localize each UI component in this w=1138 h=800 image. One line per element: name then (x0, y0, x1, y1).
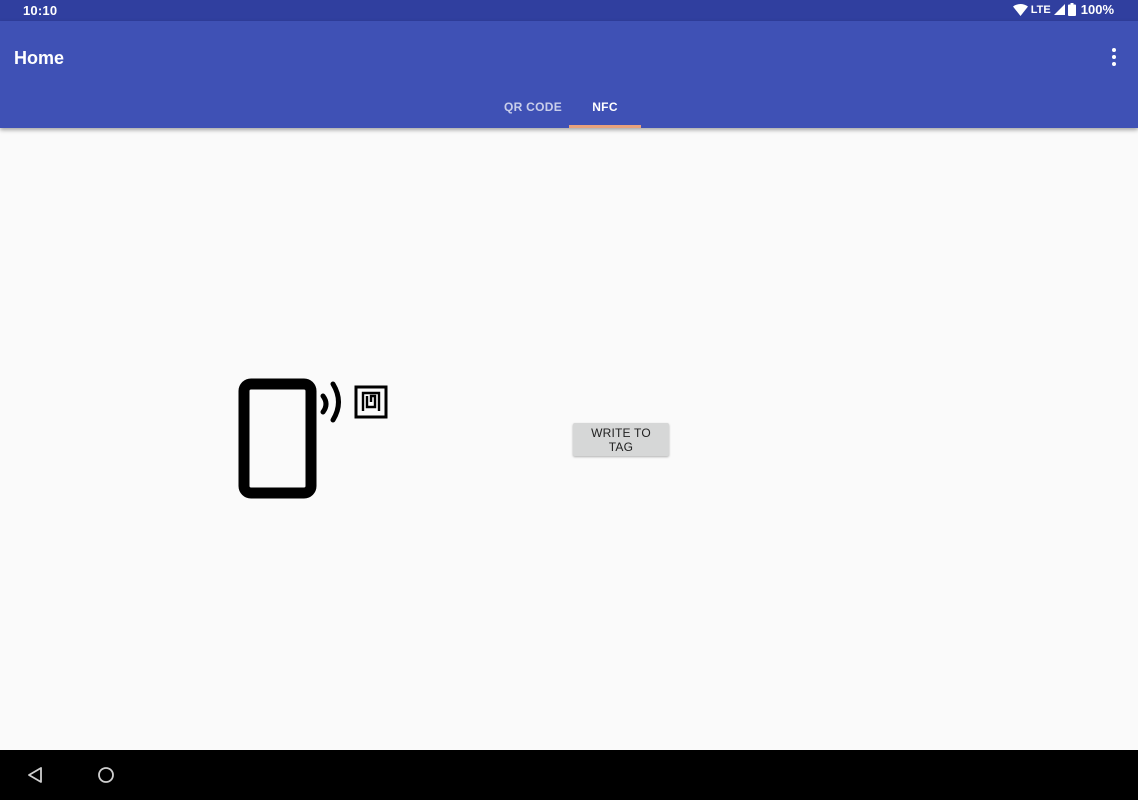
battery-icon (1067, 3, 1076, 16)
status-time: 10:10 (23, 3, 58, 18)
network-type: LTE (1030, 3, 1051, 16)
menu-dot (1112, 55, 1116, 59)
write-to-tag-button[interactable]: WRITE TO TAG (573, 423, 669, 456)
menu-dot (1112, 48, 1116, 52)
tab-nfc[interactable]: NFC (569, 85, 641, 128)
wifi-icon (1012, 3, 1028, 16)
tab-indicator (569, 125, 641, 128)
status-bar: 10:10 LTE 100% (0, 0, 1138, 21)
nfc-tap-phone-icon (238, 378, 388, 499)
tab-bar: QR CODE NFC (0, 85, 1138, 128)
app-bar: Home QR CODE NFC (0, 21, 1138, 128)
tab-qr-code[interactable]: QR CODE (497, 85, 569, 128)
menu-dot (1112, 62, 1116, 66)
back-triangle-icon[interactable] (26, 765, 46, 785)
signal-icon (1053, 4, 1065, 15)
more-vert-icon[interactable] (1104, 45, 1124, 69)
home-circle-icon[interactable] (96, 765, 116, 785)
battery-level: 100% (1080, 2, 1114, 17)
status-icons: LTE 100% (1012, 2, 1114, 17)
page-title: Home (14, 48, 65, 68)
navigation-bar (0, 750, 1138, 800)
